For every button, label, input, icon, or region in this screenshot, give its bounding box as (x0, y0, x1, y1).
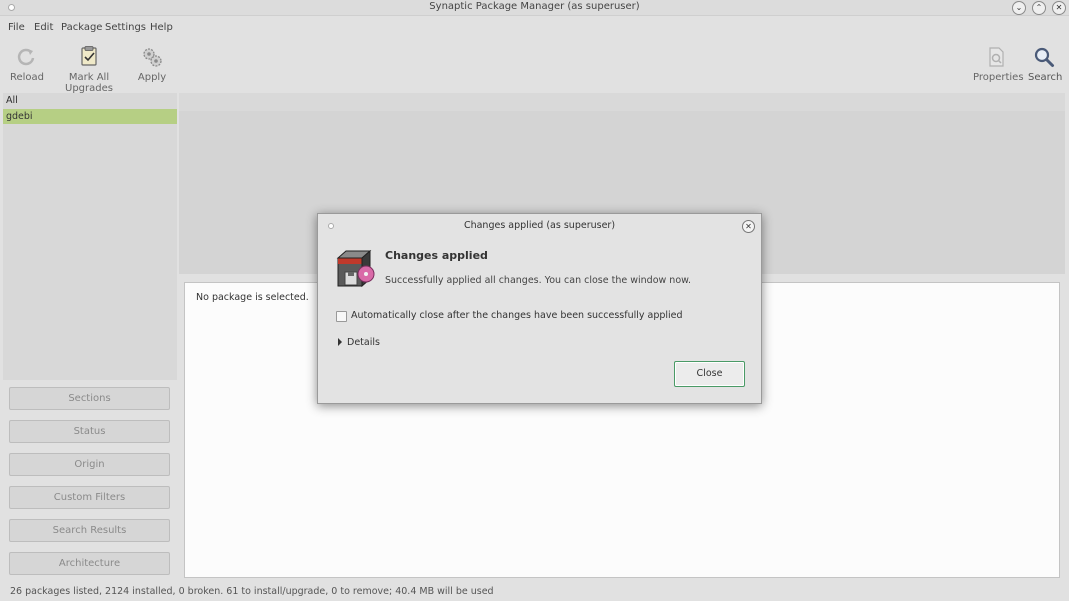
apply-button[interactable]: Apply (137, 46, 167, 83)
status-button[interactable]: Status (9, 420, 170, 443)
menu-file[interactable]: File (8, 22, 25, 33)
filter-item-gdebi[interactable]: gdebi (3, 109, 177, 124)
apply-label: Apply (137, 72, 167, 83)
reload-label: Reload (10, 72, 45, 83)
auto-close-label[interactable]: Automatically close after the changes ha… (351, 310, 683, 321)
search-icon (1034, 47, 1054, 67)
no-package-text: No package is selected. (196, 292, 309, 303)
mark-all-upgrades-label: Mark All Upgrades (65, 72, 113, 94)
reload-icon (17, 48, 35, 66)
apply-gears-icon (143, 48, 162, 67)
auto-close-checkbox[interactable] (336, 311, 347, 322)
properties-label: Properties (973, 72, 1024, 83)
search-button[interactable]: Search (1028, 46, 1063, 83)
package-list-header[interactable] (179, 93, 1065, 111)
properties-icon (989, 47, 1004, 67)
mark-all-upgrades-button[interactable]: Mark All Upgrades (51, 46, 127, 94)
sections-button[interactable]: Sections (9, 387, 170, 410)
architecture-button[interactable]: Architecture (9, 552, 170, 575)
details-expander-icon[interactable] (338, 338, 342, 346)
dialog-close-icon[interactable]: ✕ (742, 220, 755, 233)
dialog-message: Successfully applied all changes. You ca… (385, 275, 692, 286)
menu-edit[interactable]: Edit (34, 22, 53, 33)
package-install-icon (336, 249, 375, 288)
close-window-button[interactable]: ✕ (1052, 1, 1066, 15)
window-titlebar: Synaptic Package Manager (as superuser) … (0, 0, 1069, 16)
changes-applied-dialog: Changes applied (as superuser) ✕ Changes… (317, 213, 762, 404)
search-results-button[interactable]: Search Results (9, 519, 170, 542)
minimize-button[interactable]: ⌄ (1012, 1, 1026, 15)
status-bar-text: 26 packages listed, 2124 installed, 0 br… (10, 586, 494, 597)
window-title: Synaptic Package Manager (as superuser) (429, 1, 640, 12)
maximize-button[interactable]: ⌃ (1032, 1, 1046, 15)
search-label: Search (1028, 72, 1063, 83)
origin-button[interactable]: Origin (9, 453, 170, 476)
menu-settings[interactable]: Settings (105, 22, 146, 33)
close-button[interactable]: Close (674, 361, 745, 387)
filter-item-all[interactable]: All (3, 93, 177, 108)
reload-button[interactable]: Reload (10, 46, 45, 83)
menu-bar: File Edit Package Settings Help (0, 16, 1069, 40)
custom-filters-button[interactable]: Custom Filters (9, 486, 170, 509)
menu-package[interactable]: Package (61, 22, 102, 33)
dialog-title: Changes applied (as superuser) (463, 220, 616, 231)
toolbar: Reload Mark All Upgrades Apply Propertie… (0, 40, 1069, 94)
menu-help[interactable]: Help (150, 22, 173, 33)
mark-upgrades-icon (81, 46, 97, 66)
dialog-heading: Changes applied (385, 249, 488, 262)
filter-list: All gdebi (3, 93, 177, 380)
details-expander-label[interactable]: Details (347, 337, 380, 348)
properties-button[interactable]: Properties (973, 46, 1024, 83)
